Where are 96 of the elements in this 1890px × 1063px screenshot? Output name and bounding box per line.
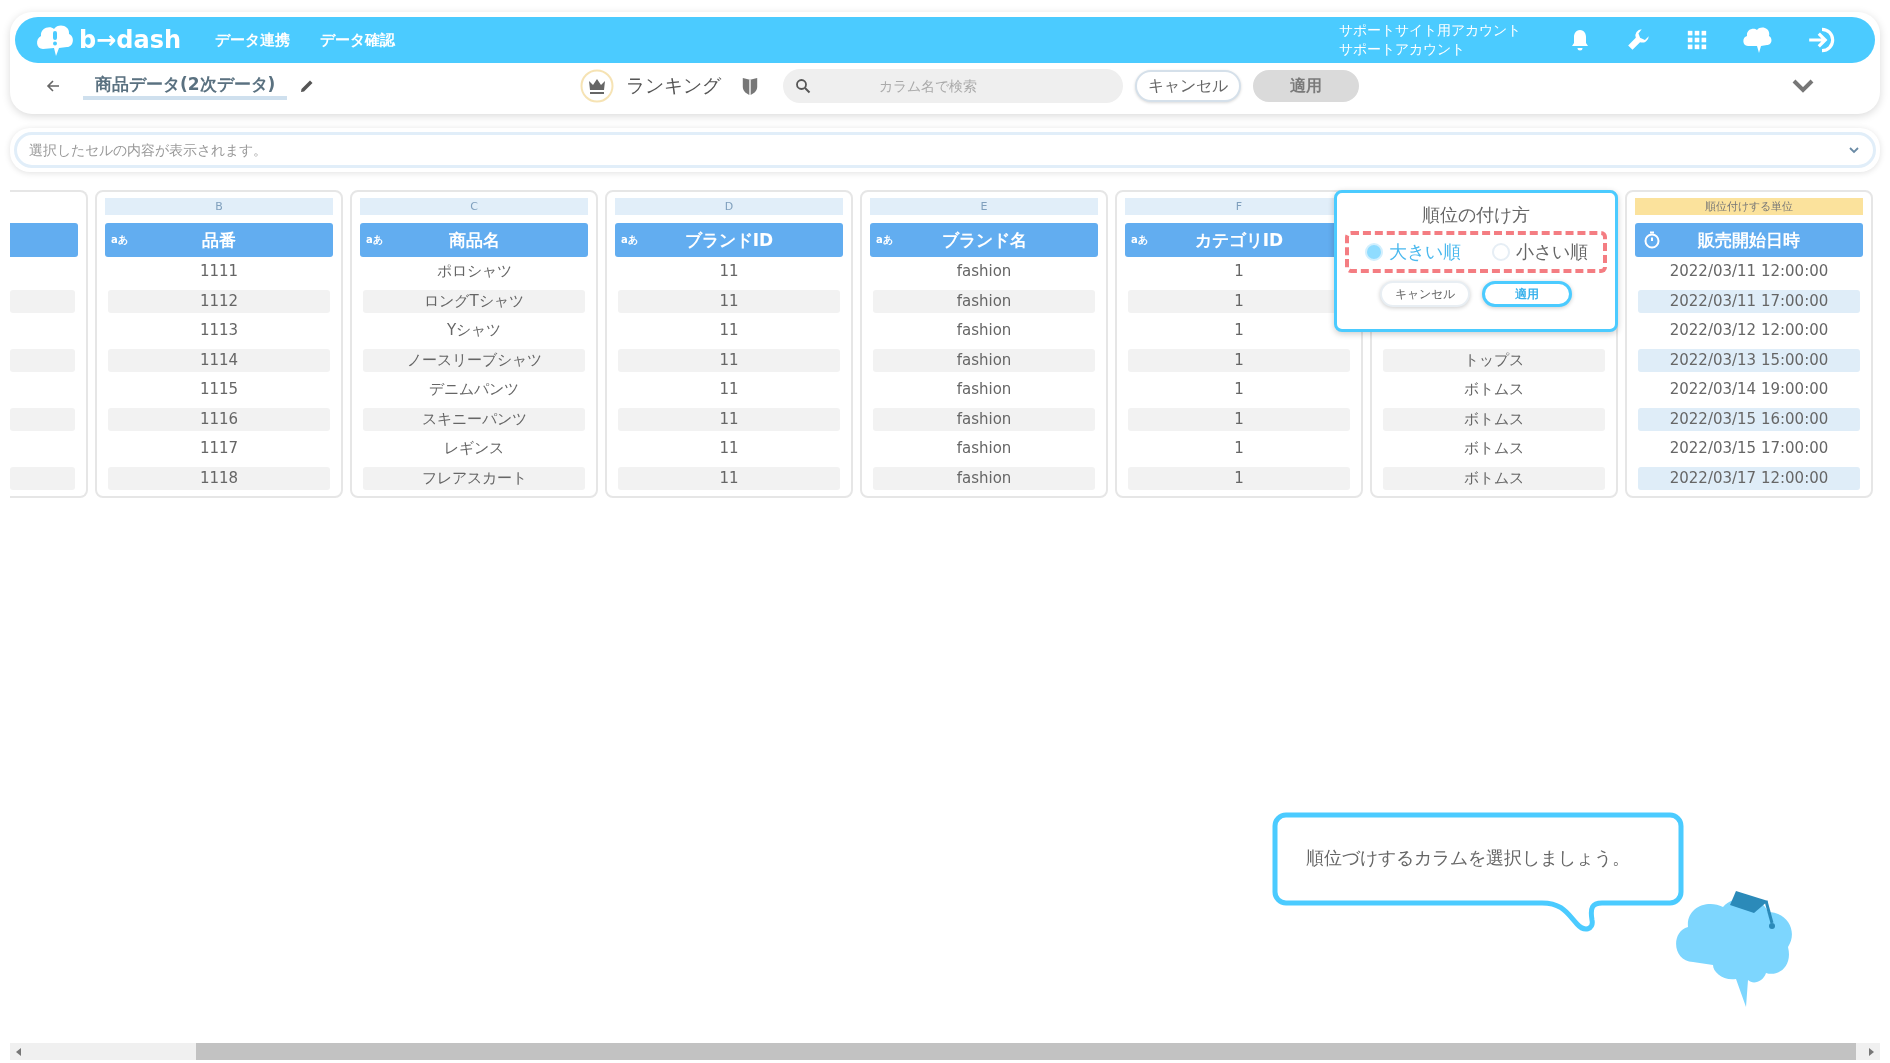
table-cell-text: 11 <box>718 438 740 460</box>
unit-label: 順位付けする単位 <box>1635 198 1863 215</box>
table-cell: 2022/03/13 15:00:00 <box>1638 348 1860 372</box>
table-cell-text: fashion <box>955 261 1013 283</box>
table-cell: 11 <box>618 289 840 313</box>
scroll-left-icon[interactable] <box>14 1046 24 1057</box>
mode-label: ランキング <box>626 73 722 98</box>
back-arrow-icon[interactable] <box>45 78 61 94</box>
table-cell: 1118 <box>108 466 330 490</box>
grid-icon[interactable] <box>1686 29 1708 51</box>
column-letter: D <box>615 198 843 215</box>
type-label: aあ <box>111 233 128 247</box>
radio-option[interactable]: 小さい順 <box>1491 240 1588 264</box>
column-letter: E <box>870 198 1098 215</box>
crown-icon <box>580 69 615 103</box>
column-header[interactable]: 販売開始日時 <box>1635 223 1863 257</box>
table-cell: 11 <box>618 407 840 431</box>
table-cell: 2022/03/11 17:00:00 <box>1638 289 1860 313</box>
table-cell-text: 1 <box>1233 261 1245 283</box>
column-header[interactable]: aあ 品番 <box>105 223 333 257</box>
table-cell: 11 <box>618 348 840 372</box>
timer-icon <box>1643 231 1661 249</box>
table-cell: ノースリーブシャツ <box>363 348 585 372</box>
type-label: aあ <box>1131 233 1148 247</box>
column-letter: C <box>360 198 588 215</box>
table-cell: fashion <box>873 466 1095 490</box>
table-cell-text: fashion <box>955 320 1013 342</box>
popover-title: 順位の付け方 <box>1422 203 1530 227</box>
table-cell-text: 2022/03/15 17:00:00 <box>1668 438 1830 460</box>
table-cell: スキニーパンツ <box>363 407 585 431</box>
nav-link[interactable]: データ確認 <box>320 30 396 50</box>
table-cell: 2022/03/15 16:00:00 <box>1638 407 1860 431</box>
scroll-right-icon[interactable] <box>1866 1046 1876 1057</box>
cloud-icon[interactable] <box>1742 26 1772 54</box>
table-cell-text: レギンス <box>443 438 505 460</box>
table-cell-text: 2022/03/12 12:00:00 <box>1668 320 1830 342</box>
nav-link[interactable]: データ連携 <box>215 30 291 50</box>
table-cell-text: ボトムス <box>1463 379 1525 401</box>
table-cell-text: 11 <box>718 379 740 401</box>
account-name: サポートアカウント <box>1339 40 1466 59</box>
table-cell: ボトムス <box>1383 466 1605 490</box>
wrench-icon[interactable] <box>1626 27 1652 53</box>
table-cell: 11 <box>618 466 840 490</box>
table-cell-text: 11 <box>718 320 740 342</box>
table-cell-text: 1111 <box>198 261 240 283</box>
cell-preview-field[interactable]: 選択したセルの内容が表示されます。 <box>14 132 1876 168</box>
table-cell: fashion <box>873 289 1095 313</box>
type-label: aあ <box>876 233 893 247</box>
table-cell-text: 1117 <box>198 438 240 460</box>
table-cell-text: 1 <box>1233 438 1245 460</box>
toolbar-button[interactable]: キャンセル <box>1135 70 1242 102</box>
table-cell-text: デニムパンツ <box>428 379 520 401</box>
table-cell: fashion <box>873 407 1095 431</box>
table-cell: fashion <box>873 348 1095 372</box>
table-cell-text: 11 <box>718 261 740 283</box>
popover-button[interactable]: 適用 <box>1482 281 1572 307</box>
cloud-icon <box>35 23 75 57</box>
table-cell-text: ポロシャツ <box>435 261 513 283</box>
table-cell-text: 2022/03/11 12:00:00 <box>1668 261 1830 283</box>
shield-icon[interactable] <box>741 76 760 96</box>
column-letter: B <box>105 198 333 215</box>
type-label: aあ <box>621 233 638 247</box>
radio-option[interactable]: 大きい順 <box>1364 240 1461 264</box>
type-label: aあ <box>366 233 383 247</box>
table-cell: ボトムス <box>1383 407 1605 431</box>
table-cell-text: ボトムス <box>1463 438 1525 460</box>
table-cell-text: 1 <box>1233 320 1245 342</box>
hint-text: 順位づけするカラムを選択しましょう。 <box>1306 846 1630 870</box>
column-header[interactable]: aあ 商品名 <box>360 223 588 257</box>
table-cell-text: 1 <box>1233 379 1245 401</box>
chevron-down-icon[interactable] <box>1791 78 1815 94</box>
logo-text: b→dash <box>79 26 182 54</box>
table-cell: 1 <box>1128 348 1350 372</box>
popover-button[interactable]: キャンセル <box>1380 281 1470 307</box>
search-field[interactable]: カラム名で検索 <box>783 69 1124 103</box>
account-name: サポートサイト用アカウント <box>1339 21 1521 40</box>
search-icon <box>795 78 812 94</box>
dataset-title[interactable]: 商品データ(2次データ) <box>83 72 288 100</box>
table-cell: 1116 <box>108 407 330 431</box>
table-cell: トップス <box>1383 348 1605 372</box>
column-header[interactable] <box>10 223 78 257</box>
column-header[interactable]: aあ ブランドID <box>615 223 843 257</box>
column-header[interactable]: aあ ブランド名 <box>870 223 1098 257</box>
table-cell: 1112 <box>108 289 330 313</box>
table-cell: 1114 <box>108 348 330 372</box>
table-cell: 1 <box>1128 407 1350 431</box>
table-cell: 1 <box>1128 466 1350 490</box>
table-cell-text: 1115 <box>198 379 240 401</box>
table-cell-text: fashion <box>955 379 1013 401</box>
table-cell-text: 2022/03/14 19:00:00 <box>1668 379 1830 401</box>
table-cell: ロングTシャツ <box>363 289 585 313</box>
table-cell-text: 1113 <box>198 320 240 342</box>
table-cell: 2022/03/17 12:00:00 <box>1638 466 1860 490</box>
table-cell-text: fashion <box>955 438 1013 460</box>
table-cell: フレアスカート <box>363 466 585 490</box>
table-cell-text: Yシャツ <box>445 320 503 342</box>
